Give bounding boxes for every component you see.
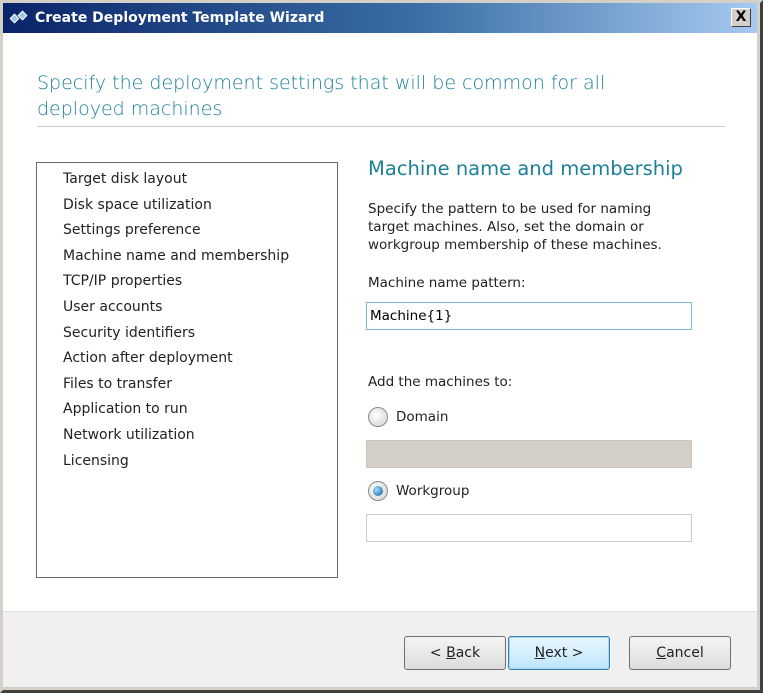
step-item[interactable]: Files to transfer xyxy=(63,372,337,398)
machine-name-input[interactable]: Machine{1} xyxy=(366,302,692,330)
domain-input xyxy=(366,440,692,468)
radio-unchecked-icon xyxy=(368,407,388,427)
domain-radio[interactable]: Domain xyxy=(368,407,448,427)
app-icon xyxy=(9,10,33,25)
workgroup-label: Workgroup xyxy=(396,483,470,499)
step-item[interactable]: Application to run xyxy=(63,397,337,423)
workgroup-input[interactable] xyxy=(366,514,692,542)
step-item[interactable]: Target disk layout xyxy=(63,167,337,193)
cancel-button[interactable]: Cancel xyxy=(629,636,731,670)
step-item[interactable]: Security identifiers xyxy=(63,321,337,347)
radio-checked-icon xyxy=(368,481,388,501)
domain-label: Domain xyxy=(396,409,449,425)
section-title: Machine name and membership xyxy=(368,157,683,180)
add-machines-label: Add the machines to: xyxy=(368,374,513,390)
step-item[interactable]: Action after deployment xyxy=(63,346,337,372)
close-button[interactable]: X xyxy=(731,8,751,27)
window-title: Create Deployment Template Wizard xyxy=(35,10,325,26)
title-bar: Create Deployment Template Wizard X xyxy=(3,3,757,33)
workgroup-radio[interactable]: Workgroup xyxy=(368,481,469,501)
section-description: Specify the pattern to be used for namin… xyxy=(368,201,662,253)
divider xyxy=(37,126,725,127)
page-heading: Specify the deployment settings that wil… xyxy=(37,72,606,120)
step-item[interactable]: Network utilization xyxy=(63,423,337,449)
next-button[interactable]: Next > xyxy=(508,636,610,670)
steps-list: Target disk layout Disk space utilizatio… xyxy=(36,162,338,578)
step-item[interactable]: Licensing xyxy=(63,449,337,475)
step-item[interactable]: User accounts xyxy=(63,295,337,321)
step-item-active[interactable]: Machine name and membership xyxy=(63,244,337,270)
back-button[interactable]: < Back xyxy=(404,636,506,670)
step-item[interactable]: TCP/IP properties xyxy=(63,269,337,295)
step-item[interactable]: Disk space utilization xyxy=(63,193,337,219)
machine-name-label: Machine name pattern: xyxy=(368,275,526,291)
step-item[interactable]: Settings preference xyxy=(63,218,337,244)
